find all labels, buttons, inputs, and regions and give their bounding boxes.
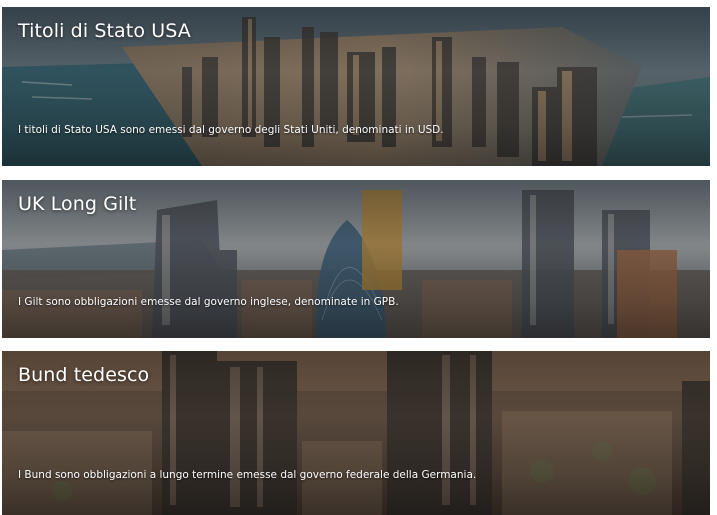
bond-card-us-treasury[interactable]: Titoli di Stato USA I titoli di Stato US… (2, 7, 710, 166)
bond-card-list: Titoli di Stato USA I titoli di Stato US… (0, 0, 717, 515)
bond-card-german-bund[interactable]: Bund tedesco I Bund sono obbligazioni a … (2, 351, 710, 515)
card-description: I Bund sono obbligazioni a lungo termine… (18, 469, 477, 481)
card-description: I titoli di Stato USA sono emessi dal go… (18, 124, 444, 136)
card-title: Bund tedesco (18, 364, 150, 386)
bond-card-uk-long-gilt[interactable]: UK Long Gilt I Gilt sono obbligazioni em… (2, 180, 710, 338)
card-title: Titoli di Stato USA (18, 20, 191, 42)
card-title: UK Long Gilt (18, 193, 137, 215)
card-description: I Gilt sono obbligazioni emesse dal gove… (18, 296, 399, 308)
